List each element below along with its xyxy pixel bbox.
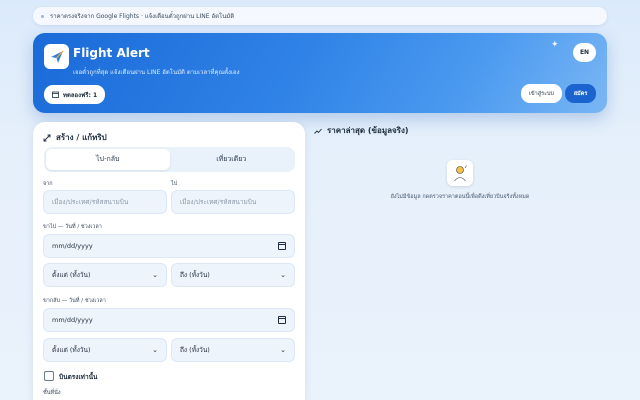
depart-date-input[interactable]: mm/dd/yyyy: [43, 234, 295, 258]
seat-class-label: ชั้นที่นั่ง: [43, 390, 61, 396]
language-button[interactable]: EN: [573, 43, 596, 62]
return-to-time-select[interactable]: ถึง (ทั้งวัน) ⌄: [171, 338, 295, 362]
direct-only-label: บินตรงเท่านั้น: [59, 373, 98, 381]
hero-header: Flight Alert เจอตั๋วถูกที่สุด แจ้งเตือนผ…: [33, 33, 607, 113]
from-input[interactable]: เมือง/ประเทศ/รหัสสนามบิน: [43, 190, 167, 214]
app-subtitle: เจอตั๋วถูกที่สุด แจ้งเตือนผ่าน LINE อัตโ…: [73, 69, 240, 76]
chevron-down-icon: ⌄: [152, 346, 158, 354]
return-date-value: mm/dd/yyyy: [52, 316, 93, 324]
calendar-icon[interactable]: [278, 242, 286, 250]
return-date-input[interactable]: mm/dd/yyyy: [43, 308, 295, 332]
depart-to-time-value: ถึง (ทั้งวัน): [180, 271, 210, 279]
plane-icon: [50, 50, 63, 63]
trip-form-title-text: สร้าง / แก้ทริป: [56, 133, 107, 142]
edit-arrows-icon: [43, 134, 51, 141]
calendar-icon: [52, 91, 59, 98]
app-logo: [44, 44, 69, 69]
depart-to-time-select[interactable]: ถึง (ทั้งวัน) ⌄: [171, 263, 295, 287]
chevron-down-icon: ⌄: [280, 346, 286, 354]
return-from-time-select[interactable]: ตั้งแต่ (ทั้งวัน) ⌄: [43, 338, 167, 362]
to-input[interactable]: เมือง/ประเทศ/รหัสสนามบิน: [171, 190, 295, 214]
latest-prices-title: ราคาล่าสุด (ข้อมูลจริง): [314, 124, 409, 137]
tab-round-trip[interactable]: ไป-กลับ: [46, 149, 170, 170]
return-from-time-value: ตั้งแต่ (ทั้งวัน): [52, 346, 91, 354]
trip-type-tabs: ไป-กลับ เที่ยวเดียว: [44, 147, 295, 172]
info-banner-text: ราคาตรงจริงจาก Google Flights · แจ้งเตือ…: [50, 13, 235, 20]
trip-form-title: สร้าง / แก้ทริป: [43, 131, 107, 144]
depart-label: ขาไป — วันที่ / ช่วงเวลา: [43, 224, 102, 230]
direct-only-checkbox[interactable]: [44, 371, 54, 381]
tab-one-way[interactable]: เที่ยวเดียว: [170, 149, 294, 170]
calendar-icon[interactable]: [278, 316, 286, 324]
trial-label: ทดลองฟรี: 1: [63, 91, 98, 99]
return-label: ขากลับ — วันที่ / ช่วงเวลา: [43, 298, 106, 304]
empty-state-text: ยังไม่มีข้อมูล กดตรวจราคาตอนนี้เพื่อดึงเ…: [390, 194, 530, 200]
chevron-down-icon: ⌄: [152, 271, 158, 279]
depart-date-value: mm/dd/yyyy: [52, 242, 93, 250]
login-button[interactable]: เข้าสู่ระบบ: [521, 84, 562, 103]
trial-counter-button[interactable]: ทดลองฟรี: 1: [44, 85, 106, 104]
depart-from-time-value: ตั้งแต่ (ทั้งวัน): [52, 271, 91, 279]
info-banner: ราคาตรงจริงจาก Google Flights · แจ้งเตือ…: [33, 7, 607, 25]
trend-icon: [314, 128, 322, 134]
latest-prices-title-text: ราคาล่าสุด (ข้อมูลจริง): [327, 126, 409, 135]
chevron-down-icon: ⌄: [280, 271, 286, 279]
from-label: จาก: [43, 181, 53, 187]
app-title: Flight Alert: [73, 46, 150, 60]
person-icon: [447, 160, 473, 186]
return-to-time-value: ถึง (ทั้งวัน): [180, 346, 210, 354]
to-label: ไป: [171, 181, 178, 187]
sparkle-icon: ✦: [551, 40, 559, 50]
depart-from-time-select[interactable]: ตั้งแต่ (ทั้งวัน) ⌄: [43, 263, 167, 287]
signup-button[interactable]: สมัคร: [565, 84, 596, 103]
bullet-icon: [41, 14, 44, 18]
